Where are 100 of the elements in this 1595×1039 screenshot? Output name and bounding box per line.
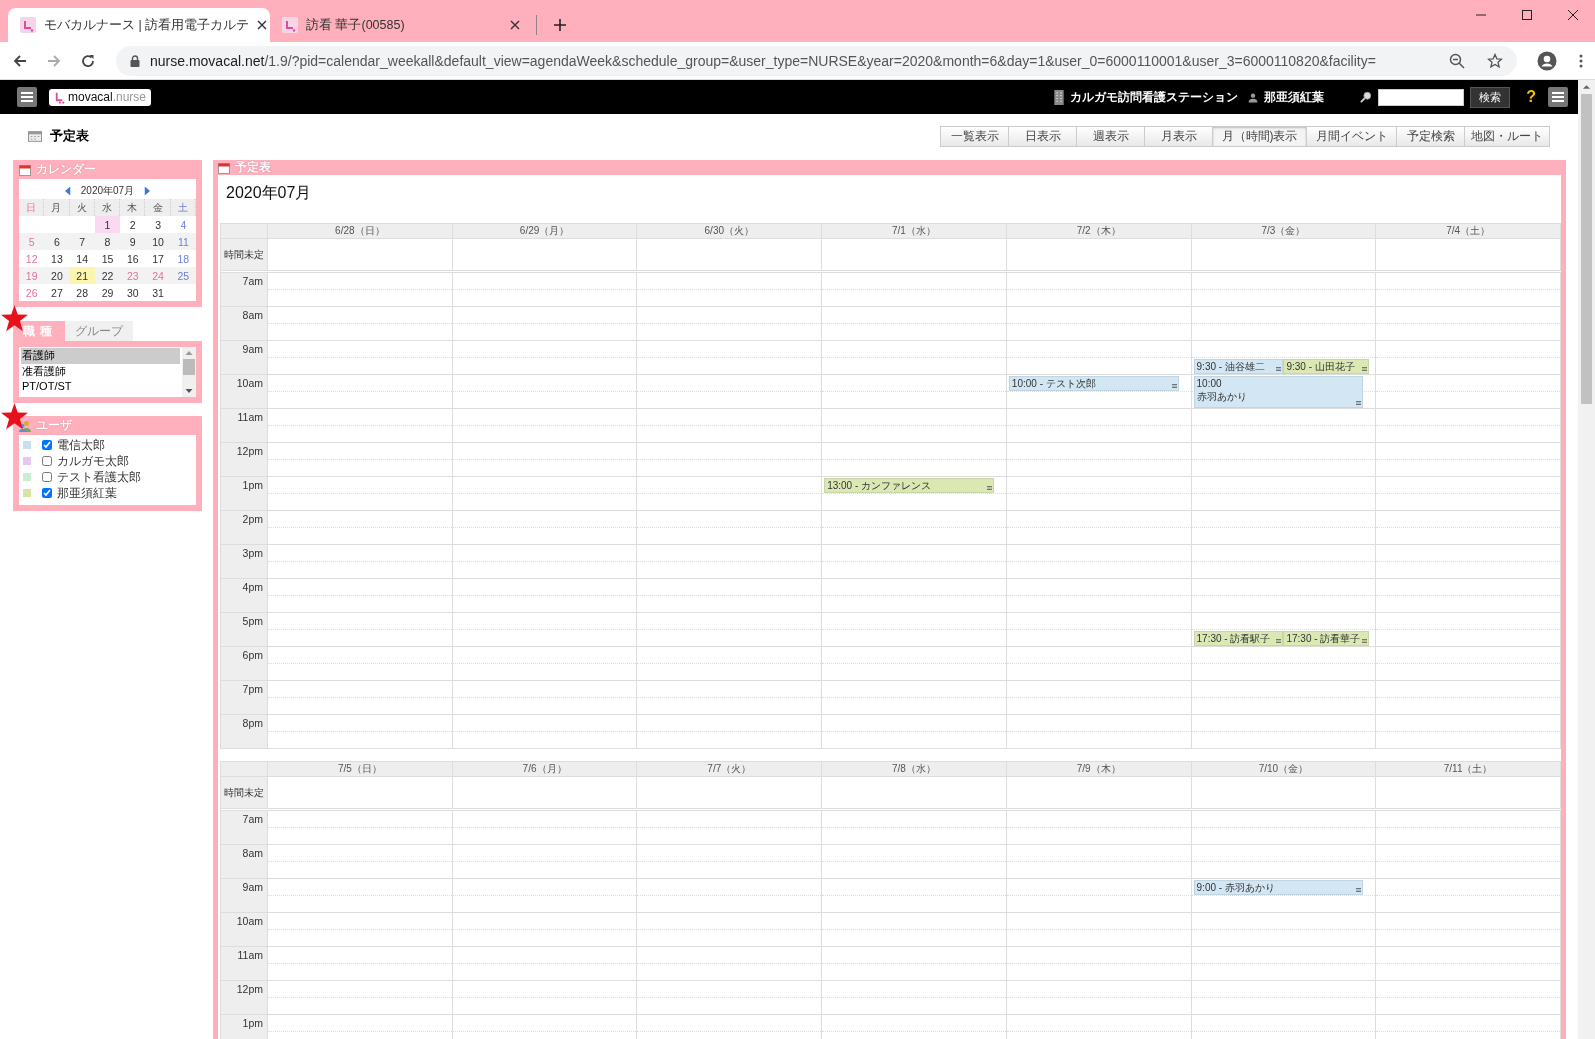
resize-handle-icon[interactable] [1362, 367, 1368, 371]
hour-label: 7am [242, 813, 263, 825]
hour-label: 1pm [242, 479, 263, 491]
calendar-day[interactable]: 27 [44, 284, 70, 301]
search-button[interactable]: 検索 [1470, 86, 1511, 108]
next-month-icon[interactable] [144, 185, 151, 196]
resize-handle-icon[interactable] [986, 486, 992, 490]
resize-handle-icon[interactable] [1362, 639, 1368, 643]
user-name: 那亜須紅葉 [57, 485, 117, 501]
calendar-day[interactable]: 4 [170, 216, 196, 233]
user-checkbox[interactable] [42, 456, 52, 466]
event[interactable]: 9:30 - 油谷雄二 [1193, 359, 1284, 374]
back-arrow-icon[interactable] [12, 52, 28, 69]
view-tab[interactable]: 予定検索 [1396, 125, 1464, 147]
list-item[interactable]: PT/OT/ST [21, 379, 180, 395]
reload-icon[interactable] [80, 52, 96, 69]
hour-label: 10am [236, 377, 263, 389]
calendar-day[interactable]: 16 [120, 250, 146, 267]
event[interactable]: 13:00 - カンファレンス [824, 478, 994, 493]
view-tab[interactable]: 一覧表示 [940, 125, 1008, 147]
user-checkbox[interactable] [42, 440, 52, 450]
event[interactable]: 9:30 - 山田花子 [1283, 359, 1370, 374]
user-checkbox[interactable] [42, 472, 52, 482]
star-outline-icon[interactable] [1487, 52, 1503, 69]
scrollbar-drawing[interactable] [182, 347, 196, 397]
scroll-up-icon[interactable] [1582, 84, 1591, 90]
calendar-day[interactable]: 25 [170, 267, 196, 284]
calendar-day[interactable]: 2 [120, 216, 146, 233]
scrollbar[interactable] [1578, 80, 1595, 1039]
day-header: 7/3（金） [1191, 224, 1377, 238]
calendar-day[interactable]: 6 [44, 233, 70, 250]
calendar-day[interactable]: 9 [120, 233, 146, 250]
calendar-day[interactable]: 29 [94, 284, 121, 301]
calendar-day[interactable]: 21 [69, 267, 95, 284]
view-tab[interactable]: 地図・ルート [1464, 125, 1550, 147]
calendar-day[interactable]: 3 [145, 216, 171, 233]
plus-icon[interactable] [553, 18, 567, 32]
zoom-out-icon[interactable] [1449, 52, 1465, 69]
event[interactable]: 17:30 - 訪看駅子 [1193, 631, 1284, 646]
calendar-day[interactable]: 11 [170, 233, 196, 250]
event[interactable]: 10:00 赤羽あかり [1193, 376, 1364, 408]
calendar-day[interactable]: 15 [94, 250, 121, 267]
calendar-day[interactable]: 10 [145, 233, 171, 250]
menu-icon[interactable] [1548, 87, 1568, 107]
list-item[interactable]: 看護師 [21, 348, 180, 364]
event[interactable]: 17:30 - 訪看華子 [1283, 631, 1370, 646]
user-checkbox[interactable] [42, 488, 52, 498]
month-label: 2020年07月 [80, 183, 135, 198]
kebab-menu-icon[interactable] [1579, 52, 1583, 69]
calendar-day[interactable]: 17 [145, 250, 171, 267]
day-header: 7/10（金） [1191, 762, 1377, 776]
profile-icon[interactable] [1537, 50, 1557, 71]
calendar-day[interactable]: 8 [94, 233, 121, 250]
favicon-icon [282, 17, 298, 33]
close-icon[interactable] [257, 20, 268, 30]
resize-handle-icon[interactable] [1171, 384, 1177, 388]
forward-arrow-icon[interactable] [46, 52, 62, 69]
address-bar[interactable]: nurse.movacal.net/1.9/?pid=calendar_weekall&default_view=agendaWeek&schedule_group=&user_type=NURSE&year=2020&month=6&day=1&user_0=6000110001&user_3=6000110820&facility= [116, 45, 1517, 76]
hour-label: 5pm [242, 615, 263, 627]
view-tab[interactable]: 月表示 [1144, 125, 1212, 147]
hour-label: 8am [242, 309, 263, 321]
menu-icon[interactable] [17, 87, 37, 107]
calendar-day[interactable]: 1 [94, 216, 121, 233]
resize-handle-icon[interactable] [1276, 367, 1282, 371]
close-icon[interactable] [1567, 9, 1579, 21]
calendar-day[interactable]: 20 [44, 267, 70, 284]
facility-name: カルガモ訪問看護ステーション [1070, 89, 1239, 105]
resize-handle-icon[interactable] [1356, 888, 1362, 892]
view-tab[interactable]: 日表示 [1008, 125, 1076, 147]
calendar-day[interactable]: 31 [145, 284, 171, 301]
calendar-day[interactable]: 22 [94, 267, 121, 284]
close-icon[interactable] [510, 20, 520, 30]
previous-month-icon[interactable] [64, 185, 71, 196]
resize-handle-icon[interactable] [1356, 401, 1362, 405]
calendar-day[interactable]: 7 [69, 233, 95, 250]
event[interactable]: 9:00 - 赤羽あかり [1193, 880, 1364, 895]
calendar-day[interactable]: 18 [170, 250, 196, 267]
day-header: 7/5（日） [268, 762, 453, 776]
view-tab[interactable]: 月間イベント [1306, 125, 1396, 147]
scrollbar-thumb[interactable] [1581, 94, 1592, 404]
logo[interactable]: movacal.nurse [49, 88, 152, 106]
browser-tab[interactable]: モバカルナース | 訪看用電子カルテ [8, 8, 270, 42]
calendar-day[interactable]: 13 [44, 250, 70, 267]
calendar-day[interactable]: 28 [69, 284, 95, 301]
maximize-icon[interactable] [1521, 9, 1533, 21]
view-tab[interactable]: 週表示 [1076, 125, 1144, 147]
list-item[interactable]: 准看護師 [21, 363, 180, 379]
day-header: 7/8（水） [822, 762, 1007, 776]
day-header: 7/1（水） [822, 224, 1007, 238]
calendar-day[interactable]: 30 [120, 284, 146, 301]
view-tab[interactable]: 月（時間)表示 [1212, 125, 1306, 147]
search-field[interactable] [1378, 88, 1465, 106]
building-icon [1054, 89, 1065, 105]
browser-tab[interactable]: 訪看 華子(00585) [270, 8, 532, 42]
resize-handle-icon[interactable] [1276, 639, 1282, 643]
help-link[interactable]: ? [1526, 88, 1536, 106]
calendar-day[interactable]: 14 [69, 250, 95, 267]
weekday-label: 金 [145, 199, 171, 216]
event[interactable]: 10:00 - テスト次郎 [1008, 376, 1179, 391]
day-header: 6/28（日） [268, 224, 453, 238]
